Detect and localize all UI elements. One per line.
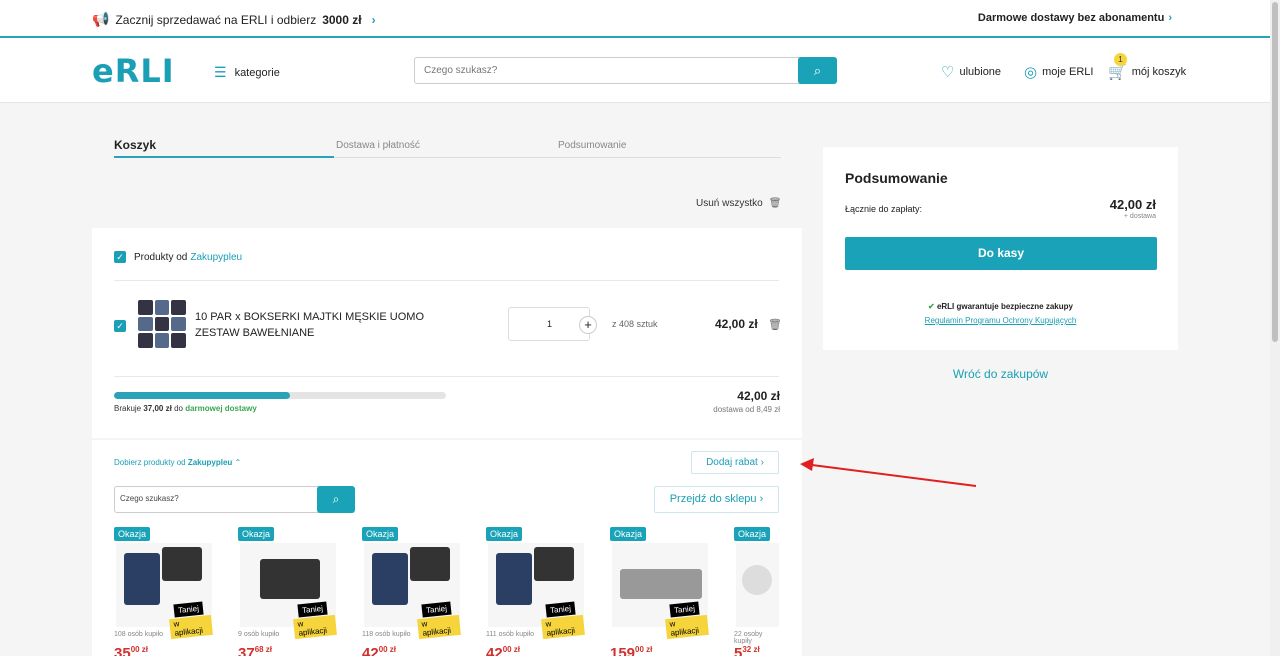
annotation-arrow: [800, 458, 977, 487]
